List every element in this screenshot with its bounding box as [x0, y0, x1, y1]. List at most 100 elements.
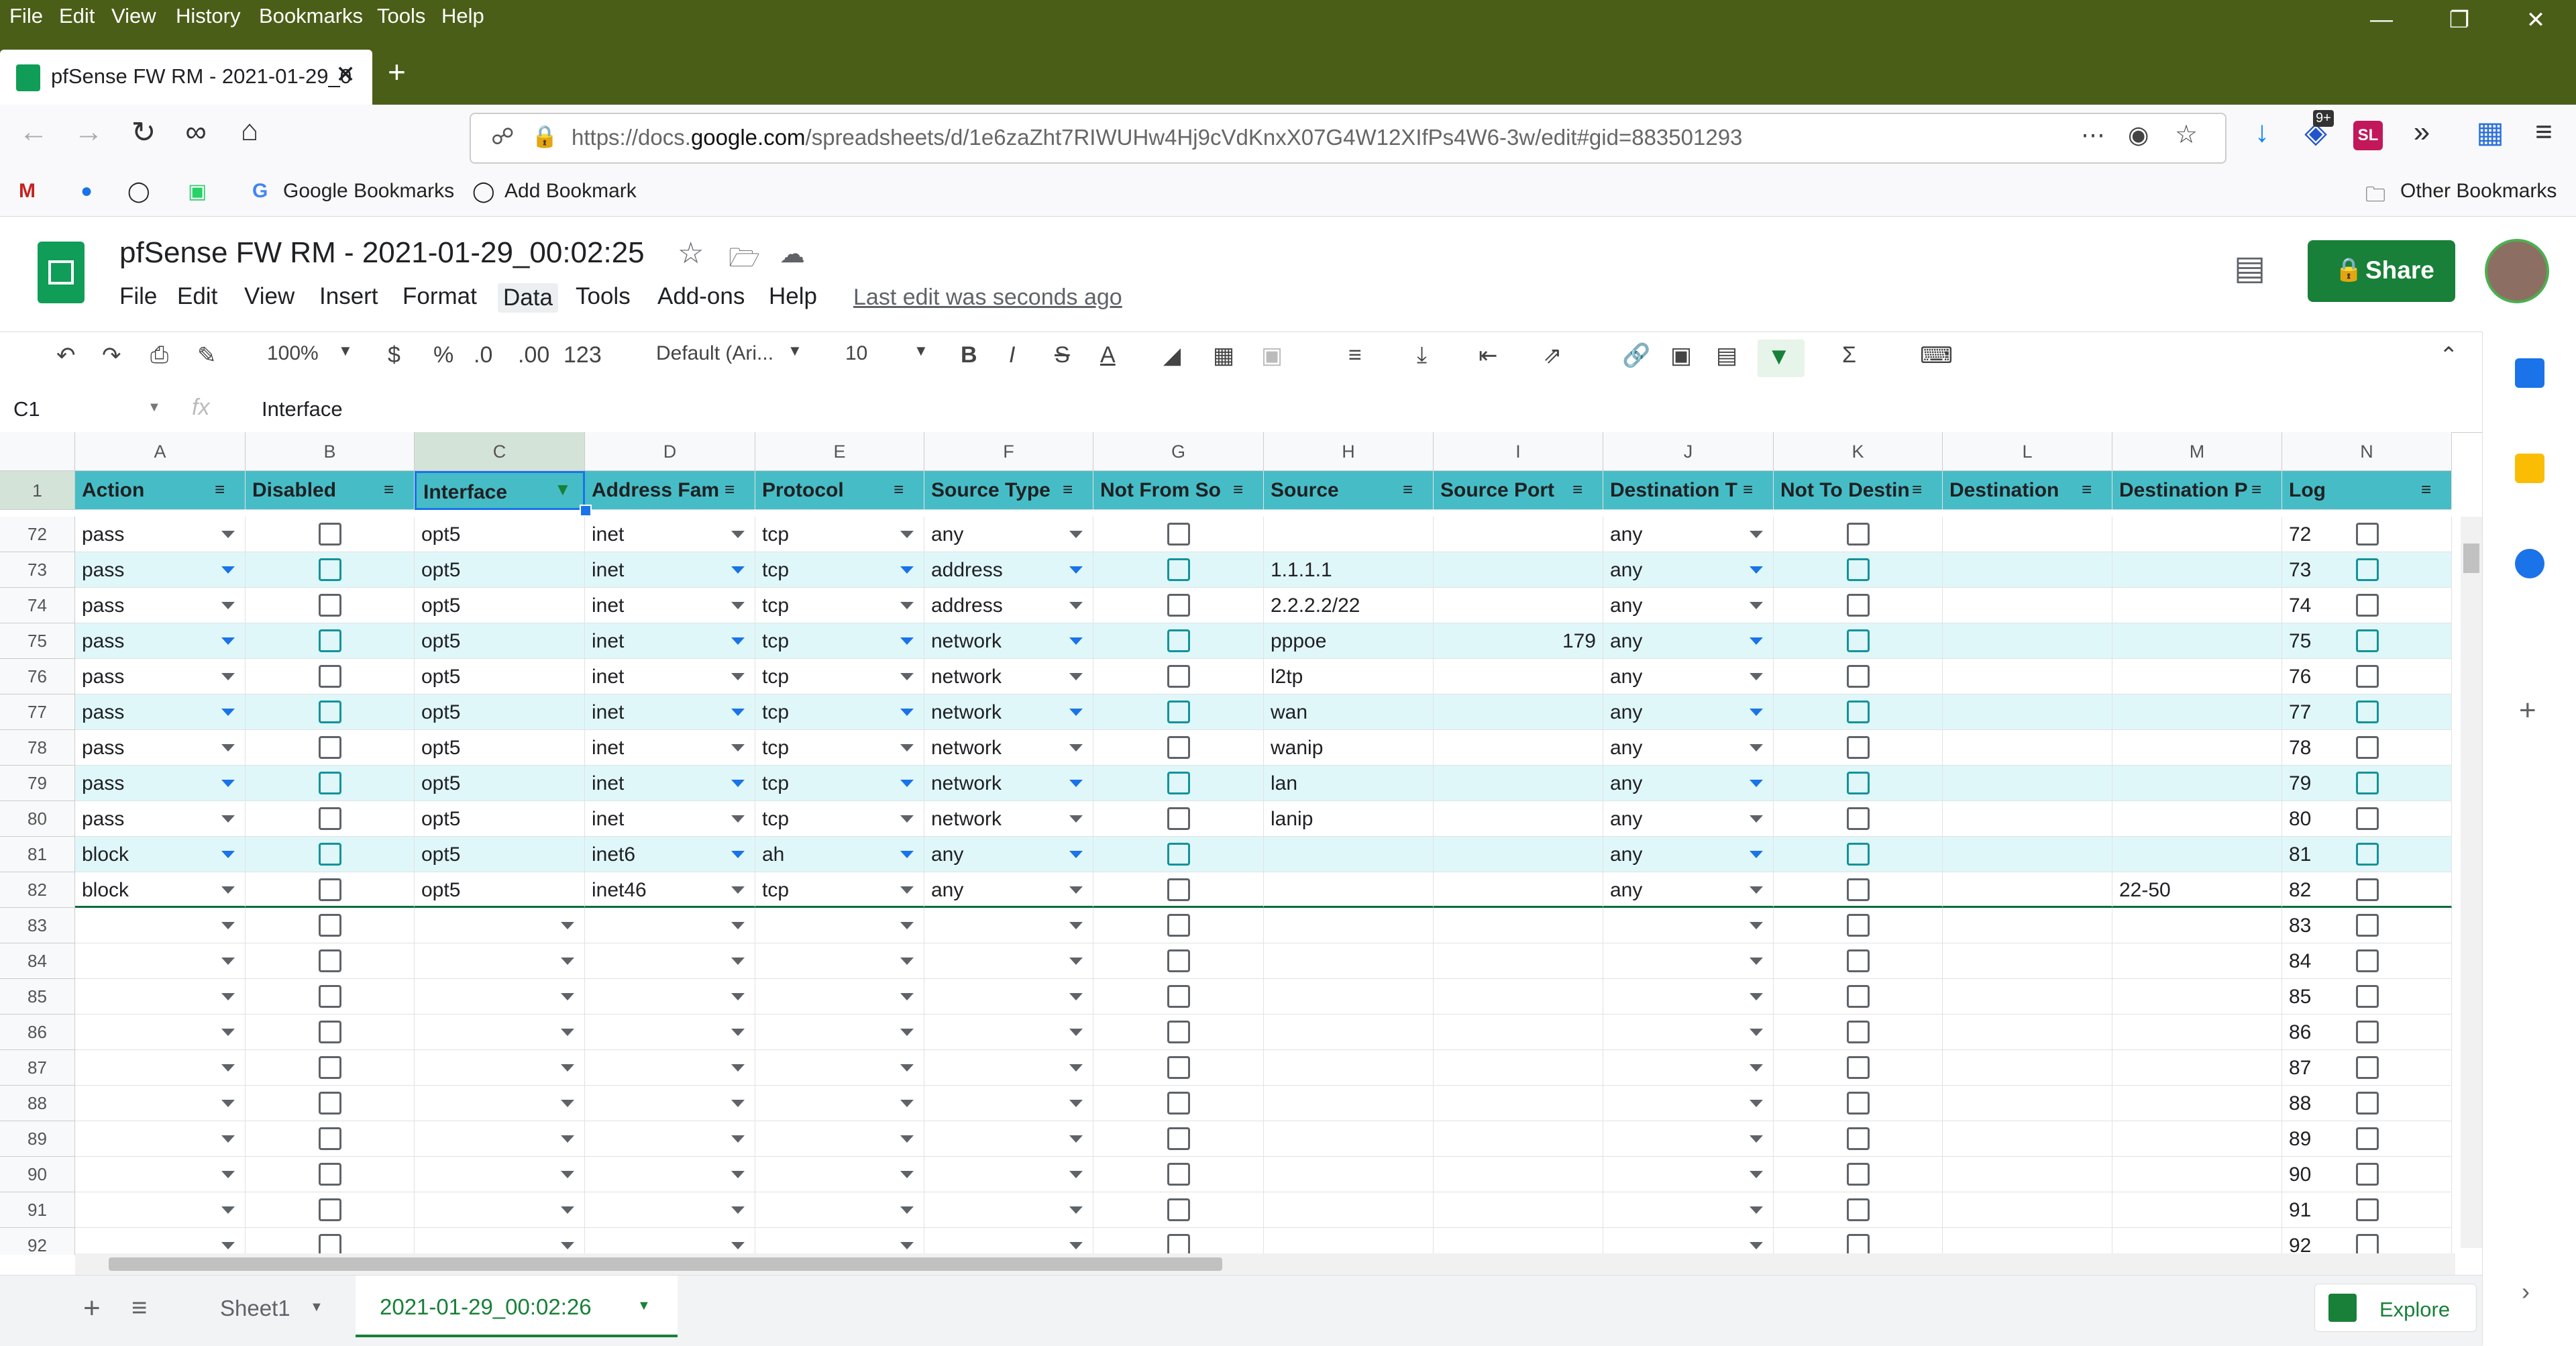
table-cell[interactable]	[1434, 1121, 1603, 1157]
table-cell[interactable]	[755, 1228, 924, 1255]
text-rotation-icon[interactable]: ⇗	[1543, 342, 1562, 369]
avatar[interactable]	[2485, 239, 2549, 303]
column-header-m[interactable]: M	[2112, 432, 2282, 471]
dropdown-arrow-icon[interactable]	[561, 1135, 574, 1143]
table-cell[interactable]	[1264, 908, 1434, 943]
table-cell[interactable]	[1603, 979, 1774, 1015]
table-cell[interactable]	[585, 1015, 755, 1050]
table-cell[interactable]	[1943, 588, 2112, 623]
filter-icon[interactable]: ≡	[1403, 479, 1413, 500]
table-cell[interactable]	[924, 943, 1093, 979]
fill-color-icon[interactable]: ◢	[1163, 342, 1181, 369]
close-window-icon[interactable]: ✕	[2516, 7, 2556, 34]
column-header-b[interactable]: B	[246, 432, 415, 471]
browser-menu-file[interactable]: File	[9, 4, 43, 28]
download-icon[interactable]: ↓	[2241, 115, 2284, 149]
table-cell[interactable]	[1264, 1157, 1434, 1192]
table-cell[interactable]	[1264, 517, 1434, 552]
comment-icon[interactable]: ▣	[1670, 342, 1692, 369]
share-button[interactable]: 🔒 Share	[2308, 240, 2455, 302]
sl-extension-icon[interactable]: SL	[2353, 121, 2383, 150]
column-header-a[interactable]: A	[75, 432, 246, 471]
table-cell[interactable]	[75, 1121, 246, 1157]
table-cell[interactable]	[1603, 1192, 1774, 1228]
dropdown-arrow-icon[interactable]	[1750, 851, 1763, 858]
table-cell[interactable]	[1434, 766, 1603, 801]
table-cell[interactable]	[1434, 694, 1603, 730]
table-cell[interactable]	[415, 1050, 585, 1086]
checkbox[interactable]	[319, 1056, 341, 1079]
chevron-down-icon[interactable]: ▼	[148, 400, 161, 415]
dropdown-arrow-icon[interactable]	[561, 1100, 574, 1107]
table-cell[interactable]: wanip	[1264, 730, 1434, 766]
checkbox[interactable]	[1167, 1127, 1190, 1150]
row-header[interactable]: 75	[0, 623, 75, 659]
table-cell[interactable]: any	[1603, 588, 1774, 623]
table-cell[interactable]: inet	[585, 659, 755, 694]
table-cell[interactable]	[1264, 1050, 1434, 1086]
table-cell[interactable]	[1264, 1086, 1434, 1121]
table-cell[interactable]	[2112, 1086, 2282, 1121]
checkbox[interactable]	[319, 878, 341, 901]
dropdown-arrow-icon[interactable]	[221, 709, 235, 716]
dropdown-arrow-icon[interactable]	[221, 1064, 235, 1072]
currency-button[interactable]: $	[388, 342, 400, 368]
checkbox[interactable]	[1847, 878, 1870, 901]
row-header[interactable]: 91	[0, 1192, 75, 1228]
dropdown-arrow-icon[interactable]	[1750, 922, 1763, 929]
row-header[interactable]: 72	[0, 517, 75, 552]
dropdown-arrow-icon[interactable]	[900, 815, 914, 823]
table-cell[interactable]: 179	[1434, 623, 1603, 659]
checkbox[interactable]	[1847, 1092, 1870, 1115]
checkbox[interactable]	[2356, 949, 2379, 972]
table-cell[interactable]	[924, 1015, 1093, 1050]
checkbox[interactable]	[2356, 736, 2379, 759]
checkbox[interactable]	[319, 949, 341, 972]
dropdown-arrow-icon[interactable]	[1069, 1064, 1083, 1072]
extension-icon[interactable]: ∞	[174, 115, 217, 149]
table-cell[interactable]: inet	[585, 766, 755, 801]
checkbox[interactable]	[1847, 1198, 1870, 1221]
checkbox[interactable]	[319, 523, 341, 546]
table-cell[interactable]: opt5	[415, 517, 585, 552]
table-cell[interactable]: opt5	[415, 730, 585, 766]
table-cell[interactable]	[1434, 908, 1603, 943]
dropdown-arrow-icon[interactable]	[900, 602, 914, 609]
filter-icon[interactable]: ≡	[1233, 479, 1243, 500]
dropdown-arrow-icon[interactable]	[731, 815, 745, 823]
checkbox[interactable]	[2356, 878, 2379, 901]
table-cell[interactable]	[1264, 1121, 1434, 1157]
checkbox[interactable]	[1847, 1021, 1870, 1043]
table-cell[interactable]: l2tp	[1264, 659, 1434, 694]
sheets-menu-data[interactable]: Data	[498, 283, 558, 313]
table-cell[interactable]: tcp	[755, 588, 924, 623]
table-cell[interactable]	[755, 1050, 924, 1086]
back-icon[interactable]: ←	[12, 115, 55, 149]
dropdown-arrow-icon[interactable]	[900, 993, 914, 1000]
sheets-menu-edit[interactable]: Edit	[177, 283, 217, 310]
select-all-corner[interactable]	[0, 432, 75, 471]
gmail-icon[interactable]: M	[19, 180, 36, 203]
checkbox[interactable]	[2356, 1056, 2379, 1079]
table-cell[interactable]: tcp	[755, 552, 924, 588]
table-cell[interactable]	[2112, 1228, 2282, 1255]
table-cell[interactable]: block	[75, 872, 246, 908]
table-cell[interactable]	[415, 1192, 585, 1228]
dropdown-arrow-icon[interactable]	[221, 993, 235, 1000]
checkbox[interactable]	[1167, 1198, 1190, 1221]
dropdown-arrow-icon[interactable]	[1750, 993, 1763, 1000]
table-cell[interactable]: inet	[585, 517, 755, 552]
overflow-icon[interactable]: »	[2400, 115, 2443, 149]
table-cell[interactable]	[415, 1157, 585, 1192]
table-cell[interactable]	[1603, 1015, 1774, 1050]
table-cell[interactable]	[1943, 517, 2112, 552]
dropdown-arrow-icon[interactable]	[561, 922, 574, 929]
dropdown-arrow-icon[interactable]	[1750, 1100, 1763, 1107]
sheet-tab-sheet1[interactable]: Sheet1 ▼	[201, 1276, 349, 1337]
star-icon[interactable]: ☆	[678, 236, 704, 270]
table-cell[interactable]: network	[924, 766, 1093, 801]
dropdown-arrow-icon[interactable]	[1750, 566, 1763, 574]
dropdown-arrow-icon[interactable]	[900, 637, 914, 645]
table-cell[interactable]	[2112, 979, 2282, 1015]
checkbox[interactable]	[1847, 558, 1870, 581]
